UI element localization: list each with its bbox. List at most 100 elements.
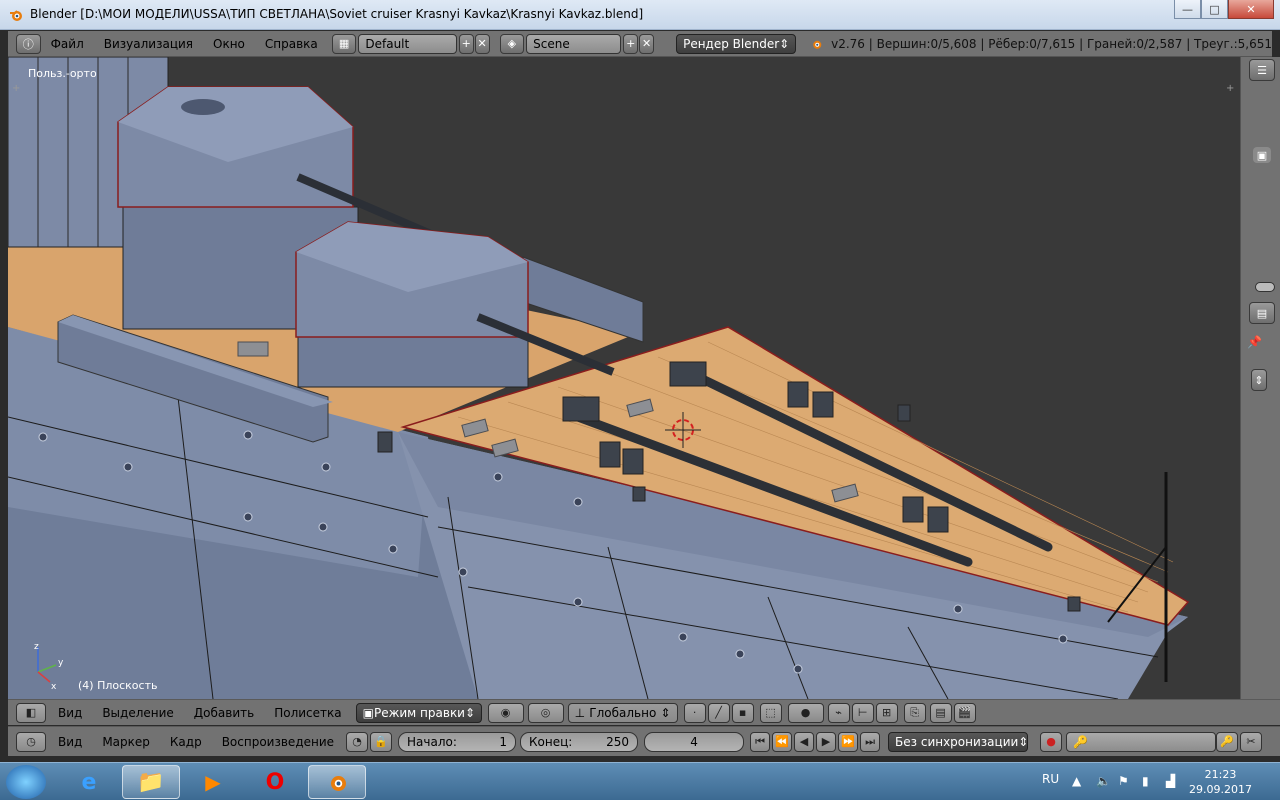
- menu-render[interactable]: Визуализация: [94, 37, 203, 51]
- play-icon[interactable]: ▶: [816, 731, 837, 752]
- svg-text:z: z: [34, 642, 39, 652]
- timeline-header: ◷ Вид Маркер Кадр Воспроизведение ◔ 🔒 На…: [8, 726, 1280, 756]
- 3d-editor-type-icon[interactable]: ◧: [16, 702, 46, 723]
- end-frame-label: Конец:: [529, 734, 573, 749]
- lock-icon[interactable]: 🔒: [370, 731, 393, 752]
- screen-layout-icon[interactable]: ▦: [331, 33, 357, 54]
- face-select-icon[interactable]: ▪: [731, 702, 754, 723]
- prev-keyframe-icon[interactable]: ⏪: [772, 731, 793, 752]
- start-frame-value: 1: [499, 734, 508, 749]
- end-frame-field[interactable]: Конец: 250: [520, 731, 639, 752]
- properties-panel: ☰ ▣ ▤ 📌 ⇕: [1240, 57, 1280, 699]
- menu-playback[interactable]: Воспроизведение: [212, 735, 344, 749]
- mode-dropdown[interactable]: ▣ Режим правки ⇕: [355, 702, 482, 723]
- info-editor-type-button[interactable]: ⓘ: [16, 33, 41, 54]
- end-frame-value: 250: [606, 734, 630, 749]
- record-icon[interactable]: ●: [1040, 731, 1063, 752]
- add-scene-icon[interactable]: +: [623, 33, 639, 54]
- volume-icon[interactable]: 🔈: [1096, 774, 1111, 788]
- vertex-select-icon[interactable]: ·: [683, 702, 706, 723]
- network-icon[interactable]: ▮: [1142, 774, 1149, 788]
- toggle-icon[interactable]: [1255, 282, 1275, 292]
- title-bar: Blender [D:\МОИ МОДЕЛИ\USSA\ТИП СВЕТЛАНА…: [0, 0, 1280, 30]
- menu-mesh[interactable]: Полисетка: [264, 706, 351, 720]
- insert-keyframe-icon[interactable]: 🔑: [1216, 731, 1239, 752]
- blender-taskbar-icon[interactable]: [308, 765, 366, 799]
- render-engine-dropdown[interactable]: Рендер Blender ⇕: [676, 33, 797, 54]
- toolshelf-toggle-icon[interactable]: +: [12, 83, 22, 94]
- media-player-icon[interactable]: ▶: [184, 765, 242, 799]
- maximize-button[interactable]: □: [1201, 0, 1228, 19]
- delete-scene-icon[interactable]: ✕: [639, 33, 655, 54]
- minimize-button[interactable]: —: [1174, 0, 1201, 19]
- scene-icon[interactable]: ◈: [499, 33, 525, 54]
- delete-layout-icon[interactable]: ✕: [474, 33, 490, 54]
- menu-add[interactable]: Добавить: [184, 706, 264, 720]
- close-button[interactable]: ✕: [1228, 0, 1274, 19]
- proportional-edit-icon[interactable]: ●: [787, 702, 824, 723]
- 3d-view-header: ◧ Вид Выделение Добавить Полисетка ▣ Режи…: [8, 699, 1280, 725]
- current-frame-field[interactable]: 4: [644, 731, 745, 752]
- file-explorer-icon[interactable]: 📁: [122, 765, 180, 799]
- menu-file[interactable]: Файл: [41, 37, 94, 51]
- blender-logo-icon: [10, 10, 22, 21]
- delete-keyframe-icon[interactable]: ✂: [1240, 731, 1263, 752]
- keying-set-field[interactable]: 🔑: [1066, 731, 1217, 752]
- sync-dropdown[interactable]: Без синхронизации ⇕: [888, 731, 1028, 752]
- start-frame-label: Начало:: [407, 734, 457, 749]
- properties-editor-icon[interactable]: ▤: [1249, 302, 1275, 324]
- updown-arrows-icon: ⇕: [779, 36, 790, 51]
- snap-toggle-icon[interactable]: ⌁: [827, 702, 850, 723]
- sync-label: Без синхронизации: [895, 734, 1019, 749]
- key-icon: 🔑: [1073, 734, 1088, 749]
- preview-range-icon[interactable]: ◔: [346, 731, 369, 752]
- next-keyframe-icon[interactable]: ⏩: [838, 731, 859, 752]
- render-animation-icon[interactable]: ▤: [929, 702, 952, 723]
- opera-icon[interactable]: O: [246, 765, 304, 799]
- camera-icon[interactable]: ▣: [1253, 147, 1271, 163]
- properties-toggle-icon[interactable]: +: [1226, 83, 1236, 94]
- viewport-shading-icon[interactable]: ◉: [487, 702, 524, 723]
- timeline-editor-type-icon[interactable]: ◷: [16, 731, 46, 752]
- menu-timeline-view[interactable]: Вид: [48, 735, 92, 749]
- menu-marker[interactable]: Маркер: [92, 735, 160, 749]
- outliner-icon[interactable]: ☰: [1249, 59, 1275, 81]
- menu-window[interactable]: Окно: [203, 37, 255, 51]
- info-icon: ⓘ: [22, 37, 34, 51]
- jump-start-icon[interactable]: ⏮: [750, 731, 771, 752]
- internet-explorer-icon[interactable]: e: [60, 765, 118, 799]
- start-button[interactable]: [6, 765, 46, 799]
- jump-end-icon[interactable]: ⏭: [860, 731, 881, 752]
- language-indicator[interactable]: RU: [1042, 772, 1059, 786]
- snap-element-icon[interactable]: ⊢: [851, 702, 874, 723]
- snap-target-icon[interactable]: ⊞: [875, 702, 898, 723]
- updown-arrows-icon: ⇕: [464, 705, 476, 720]
- menu-select[interactable]: Выделение: [92, 706, 183, 720]
- play-reverse-icon[interactable]: ◀: [794, 731, 815, 752]
- edge-select-icon[interactable]: ╱: [707, 702, 730, 723]
- clapper-icon[interactable]: 🎬: [953, 702, 976, 723]
- ship-model-render: z y x: [8, 57, 1190, 699]
- blender-window: Blender [D:\МОИ МОДЕЛИ\USSA\ТИП СВЕТЛАНА…: [0, 0, 1280, 800]
- menu-help[interactable]: Справка: [255, 37, 328, 51]
- orientation-dropdown[interactable]: ⊥ Глобально ⇕: [567, 702, 678, 723]
- updown-arrows-icon[interactable]: ⇕: [1251, 369, 1267, 391]
- scene-field[interactable]: Scene: [526, 33, 622, 54]
- tray-expand-icon[interactable]: ▲: [1072, 774, 1081, 788]
- clock-date: 29.09.2017: [1189, 783, 1252, 796]
- add-layout-icon[interactable]: +: [458, 33, 474, 54]
- signal-icon[interactable]: ▟: [1166, 774, 1175, 788]
- edit-mode-icon: ▣: [362, 705, 374, 720]
- pivot-point-icon[interactable]: ◎: [527, 702, 564, 723]
- layout-field[interactable]: Default: [358, 33, 457, 54]
- limit-selection-icon[interactable]: ⬚: [759, 702, 782, 723]
- svg-text:x: x: [51, 682, 57, 692]
- clock[interactable]: 21:23 29.09.2017: [1189, 767, 1252, 797]
- menu-frame[interactable]: Кадр: [160, 735, 212, 749]
- menu-view[interactable]: Вид: [48, 706, 92, 720]
- start-frame-field[interactable]: Начало: 1: [398, 731, 517, 752]
- opengl-render-icon[interactable]: ⎘: [903, 702, 926, 723]
- 3d-viewport[interactable]: z y x Польз.-орто (4) Плоскость + +: [8, 57, 1240, 699]
- flag-icon[interactable]: ⚑: [1118, 774, 1129, 788]
- pin-icon[interactable]: 📌: [1247, 335, 1262, 349]
